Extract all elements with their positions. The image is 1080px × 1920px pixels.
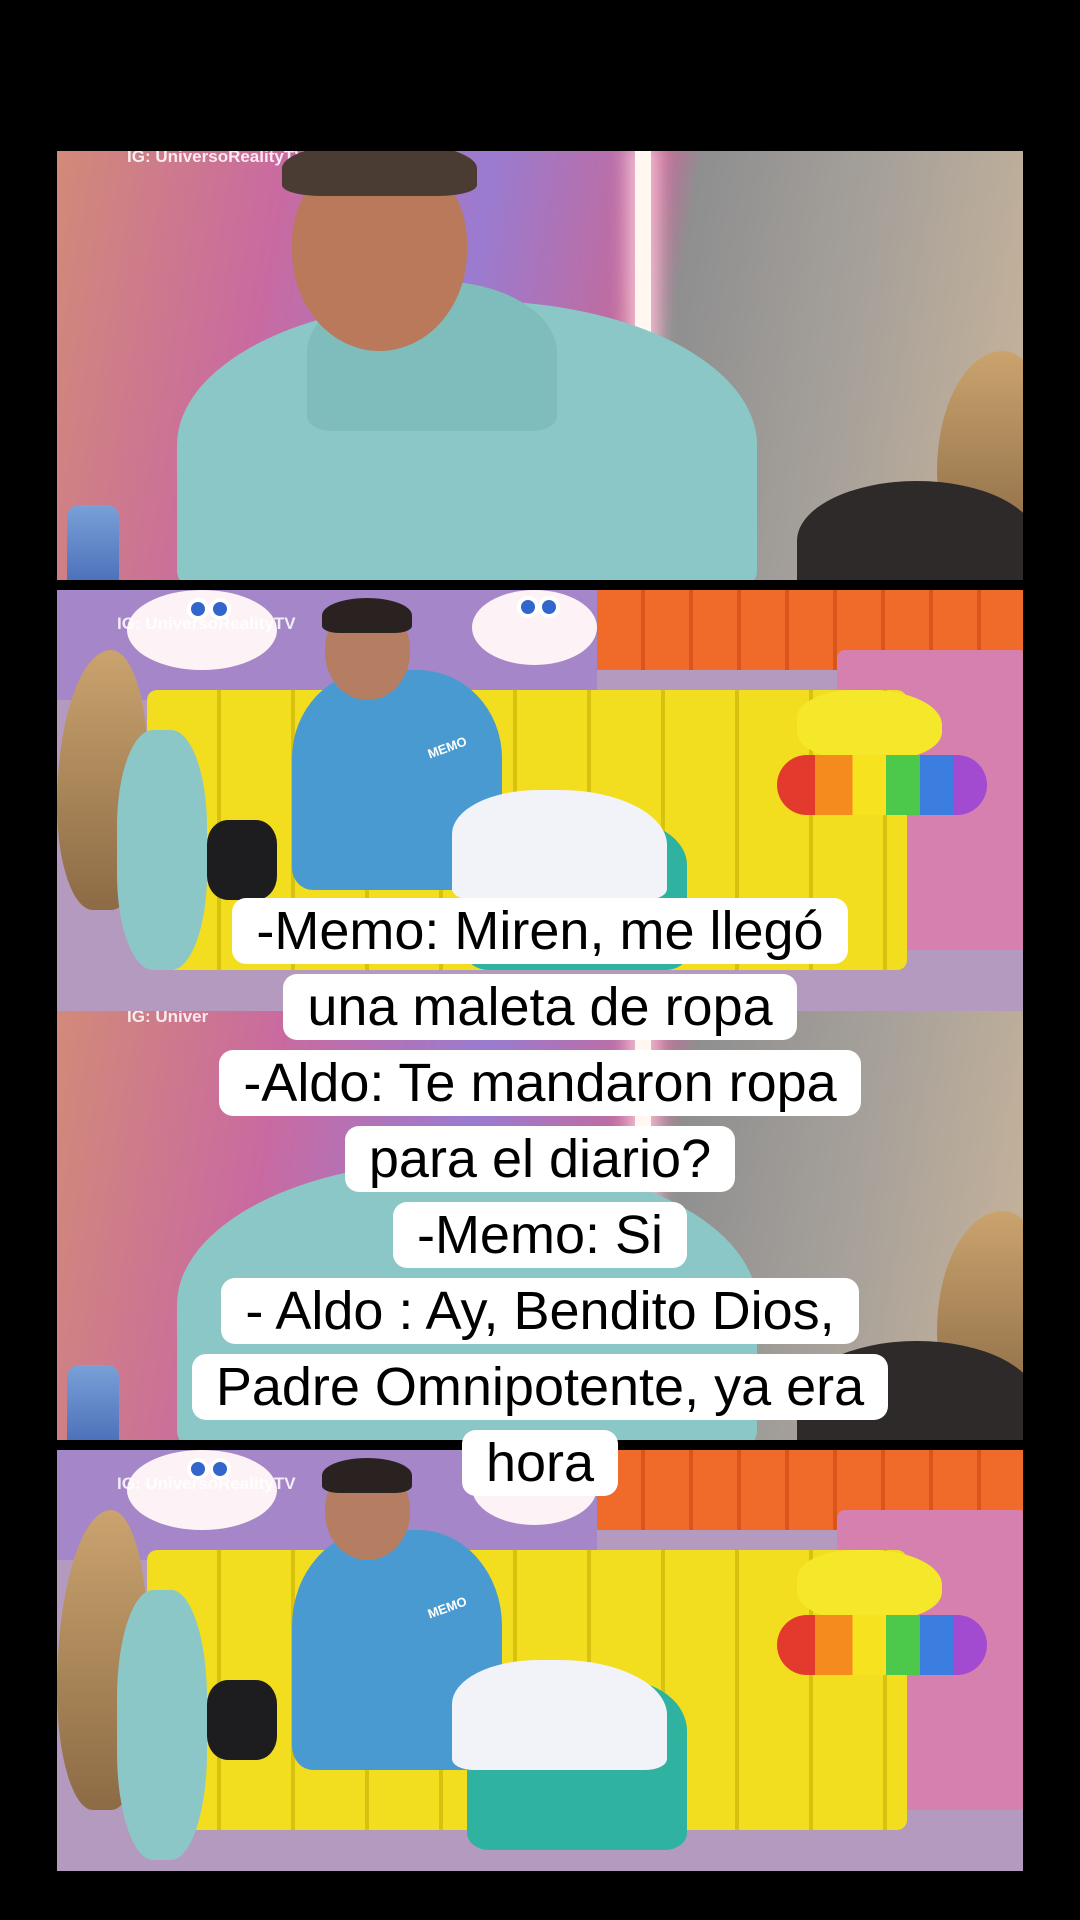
caption-line: hora (0, 1425, 1080, 1501)
water-bottle (67, 505, 119, 580)
yellow-pillow (797, 1550, 942, 1620)
white-clothes (452, 790, 667, 900)
caption-line: -Aldo: Te mandaron ropa (0, 1045, 1080, 1121)
memo-hair (322, 598, 412, 633)
caption-line: una maleta de ropa (0, 969, 1080, 1045)
hair (282, 151, 477, 196)
dialogue-caption: -Memo: Miren, me llegó una maleta de rop… (0, 893, 1080, 1501)
caption-line: - Aldo : Ay, Bendito Dios, (0, 1273, 1080, 1349)
person-shoulder (797, 481, 1023, 580)
watermark: IG: UniversoRealityTV (117, 614, 296, 633)
black-bag (207, 1680, 277, 1760)
caption-line: -Memo: Miren, me llegó (0, 893, 1080, 969)
rainbow-pillow (777, 1615, 987, 1675)
caption-line: para el diario? (0, 1121, 1080, 1197)
caption-line: Padre Omnipotente, ya era (0, 1349, 1080, 1425)
watermark: IG: UniversoRealityTV (127, 151, 306, 166)
white-clothes (452, 1660, 667, 1770)
yellow-pillow (797, 690, 942, 760)
video-frame-couch-room-repeat: MEMO IG: UniversoRealityTV (57, 1450, 1023, 1871)
face-pillow-center (472, 590, 597, 665)
video-frame-laughing-man: IG: UniversoRealityTV (57, 151, 1023, 580)
teal-sleeve (117, 1590, 207, 1860)
rainbow-pillow (777, 755, 987, 815)
caption-line: -Memo: Si (0, 1197, 1080, 1273)
black-bag (207, 820, 277, 900)
